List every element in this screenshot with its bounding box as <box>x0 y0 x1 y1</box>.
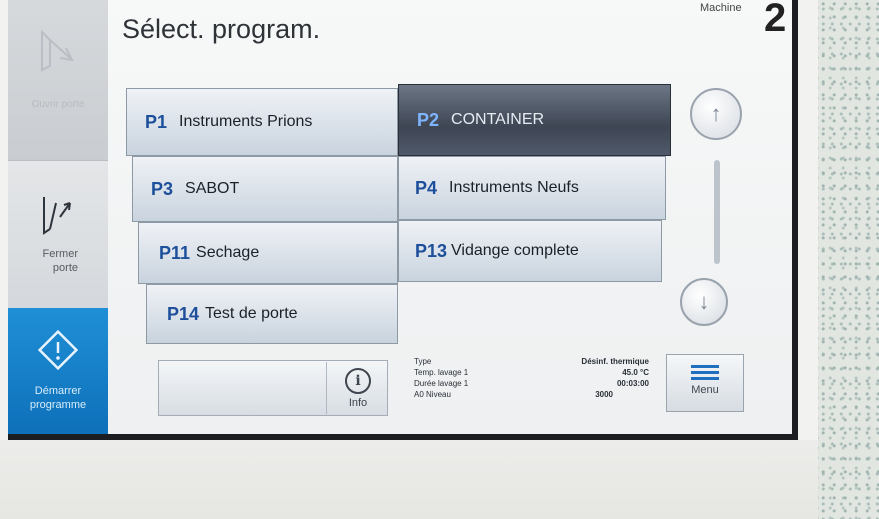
page-title: Sélect. program. <box>122 14 321 44</box>
start-diamond-icon <box>37 329 79 371</box>
menu-icon <box>691 365 719 380</box>
start-program-button[interactable]: Démarrer programme <box>8 308 108 434</box>
param-duration-value: 00:03:00 <box>616 379 649 388</box>
param-temp-value: 45.0 °C <box>622 368 649 377</box>
program-p13[interactable]: P13 Vidange complete <box>398 220 662 282</box>
program-list: P1 Instruments Prions P2 CONTAINER P3 SA… <box>126 84 671 344</box>
info-label: Info <box>348 397 368 409</box>
program-p14[interactable]: P14 Test de porte <box>146 284 398 344</box>
param-type-label: Type <box>414 357 432 366</box>
program-name: Sechage <box>196 244 260 261</box>
scroll-down-button[interactable]: ↓ <box>680 278 728 326</box>
scrollbar-track[interactable] <box>714 160 720 264</box>
arrow-down-icon: ↓ <box>698 289 710 314</box>
param-a0-label: A0 Niveau <box>414 390 451 399</box>
device-bezel-bottom <box>0 440 818 519</box>
program-name: Vidange complete <box>451 242 579 259</box>
param-temp-label: Temp. lavage 1 <box>414 368 469 377</box>
param-a0-value: 3000 <box>595 390 613 399</box>
close-door-button[interactable]: Fermer porte <box>8 160 108 309</box>
machine-number: 2 <box>764 0 787 40</box>
program-code: P11 <box>159 242 191 263</box>
program-name: Test de porte <box>205 305 298 322</box>
info-button[interactable]: i Info <box>326 362 389 414</box>
menu-label: Menu <box>691 384 719 396</box>
program-p3[interactable]: P3 SABOT <box>132 156 398 222</box>
menu-button[interactable]: Menu <box>666 354 744 412</box>
sidebar: Ouvrir porte Fermer porte Démarrer progr… <box>8 0 108 434</box>
program-code: P3 <box>151 178 174 199</box>
program-name: SABOT <box>185 180 240 197</box>
program-name: CONTAINER <box>451 111 545 128</box>
param-type-value: Désinf. thermique <box>581 357 649 366</box>
program-p11[interactable]: P11 Sechage <box>138 222 398 284</box>
program-code: P2 <box>417 109 440 130</box>
program-code: P14 <box>167 303 200 324</box>
program-code: P13 <box>415 240 448 261</box>
door-open-icon <box>41 29 74 72</box>
program-name: Instruments Neufs <box>449 179 579 196</box>
open-door-label: Ouvrir porte <box>31 99 85 110</box>
program-p2[interactable]: P2 CONTAINER <box>398 84 671 156</box>
open-door-button[interactable]: Ouvrir porte <box>8 0 108 160</box>
door-close-icon <box>43 197 71 235</box>
program-p4[interactable]: P4 Instruments Neufs <box>398 156 666 220</box>
program-p1[interactable]: P1 Instruments Prions <box>126 88 398 156</box>
scroll-up-button[interactable]: ↑ <box>690 88 742 140</box>
param-duration-label: Durée lavage 1 <box>414 379 469 388</box>
info-icon: i <box>345 368 371 394</box>
program-parameters: Type Désinf. thermique Temp. lavage 1 45… <box>414 356 649 420</box>
arrow-up-icon: ↑ <box>710 101 722 126</box>
program-code: P4 <box>415 177 438 198</box>
program-code: P1 <box>145 111 168 132</box>
touch-screen: Ouvrir porte Fermer porte Démarrer progr… <box>8 0 798 440</box>
close-door-label: Fermer porte <box>42 248 78 274</box>
machine-label: Machine <box>700 2 742 14</box>
program-name: Instruments Prions <box>179 113 313 130</box>
start-program-label: Démarrer programme <box>29 385 87 411</box>
